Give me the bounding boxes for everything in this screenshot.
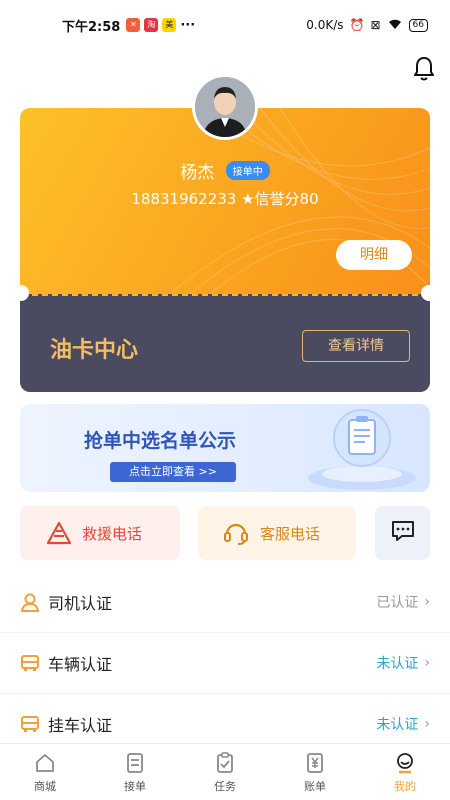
card-notch	[421, 285, 437, 301]
tab-mall[interactable]: 商城	[0, 744, 90, 800]
tab-orders[interactable]: 接单	[90, 744, 180, 800]
clipboard-illustration-icon	[308, 409, 416, 490]
wifi-icon	[387, 18, 403, 33]
view-details-button[interactable]: 查看详情	[302, 330, 410, 362]
user-phone-score: 18831962233 ★信誉分80	[131, 190, 319, 208]
rescue-phone-label: 救援电话	[82, 524, 143, 543]
tab-tasks[interactable]: 任务	[180, 744, 270, 800]
trailer-icon	[20, 714, 40, 734]
alarm-icon: ⏰	[349, 18, 365, 32]
headset-icon	[222, 520, 250, 546]
tab-label: 账单	[304, 780, 326, 793]
chevron-right-icon: ›	[424, 716, 430, 732]
banner-view-button[interactable]: 点击立即查看 >>	[110, 462, 236, 482]
status-bar: 下午2:58 ✕ 淘 美 ··· 0.0K/s ⏰ ⊠ 66	[0, 0, 450, 50]
message-button[interactable]	[375, 506, 430, 560]
chevron-right-icon: ›	[424, 594, 430, 610]
tab-bills[interactable]: 账单	[270, 744, 360, 800]
cert-status: 未认证	[376, 717, 419, 733]
cert-label: 车辆认证	[48, 655, 113, 674]
sim-off-icon: ⊠	[370, 18, 381, 32]
promo-banner[interactable]: 抢单中选名单公示 点击立即查看 >>	[20, 404, 430, 492]
more-notifications-icon: ···	[180, 17, 196, 33]
service-phone-label: 客服电话	[260, 524, 321, 543]
tab-label: 商城	[34, 780, 56, 793]
vehicle-icon	[20, 653, 40, 673]
cert-label: 司机认证	[48, 594, 113, 613]
cert-label: 挂车认证	[48, 716, 113, 735]
chevron-right-icon: ›	[424, 655, 430, 671]
battery-indicator: 66	[408, 18, 428, 32]
profile-icon	[397, 753, 413, 774]
home-icon	[36, 754, 54, 772]
user-name-row: 杨杰 接单中	[20, 158, 430, 183]
avatar-person-icon	[195, 77, 255, 137]
notification-app-icon: 淘	[144, 18, 159, 32]
card-divider	[32, 294, 418, 296]
user-name: 杨杰	[180, 163, 215, 183]
card-notch	[13, 285, 29, 301]
cert-status: 未认证	[376, 656, 419, 672]
status-time: 下午2:58	[62, 19, 121, 35]
certification-list: 司机认证 已认证 › 车辆认证 未认证 › 挂车认证 未认证 ›	[0, 572, 450, 755]
oil-card-title: 油卡中心	[50, 338, 139, 363]
order-list-icon	[127, 753, 143, 773]
cert-status: 已认证	[376, 595, 419, 611]
avatar[interactable]	[192, 74, 258, 140]
tab-label: 任务	[214, 780, 236, 793]
tab-label: 我的	[394, 780, 416, 793]
warning-cone-icon	[46, 521, 72, 545]
chat-bubble-icon	[390, 519, 416, 547]
oil-card: 油卡中心 查看详情	[20, 294, 430, 392]
driver-person-icon	[20, 592, 40, 612]
bill-icon	[307, 753, 323, 773]
service-phone-button[interactable]: 客服电话	[198, 506, 356, 560]
notification-bell-icon[interactable]	[412, 56, 436, 82]
rescue-phone-button[interactable]: 救援电话	[20, 506, 180, 560]
cert-row-driver[interactable]: 司机认证 已认证 ›	[0, 572, 450, 633]
clipboard-icon	[217, 752, 233, 773]
net-speed: 0.0K/s	[306, 18, 344, 32]
notification-app-icon: ✕	[126, 18, 141, 32]
tab-mine[interactable]: 我的	[360, 744, 450, 800]
notification-app-icon: 美	[162, 18, 177, 32]
detail-button[interactable]: 明细	[336, 240, 412, 270]
cert-row-vehicle[interactable]: 车辆认证 未认证 ›	[0, 633, 450, 694]
banner-title: 抢单中选名单公示	[84, 430, 237, 452]
bottom-tab-bar: 商城 接单 任务 账单 我的	[0, 743, 450, 800]
status-badge: 接单中	[225, 161, 270, 180]
tab-label: 接单	[124, 780, 146, 793]
